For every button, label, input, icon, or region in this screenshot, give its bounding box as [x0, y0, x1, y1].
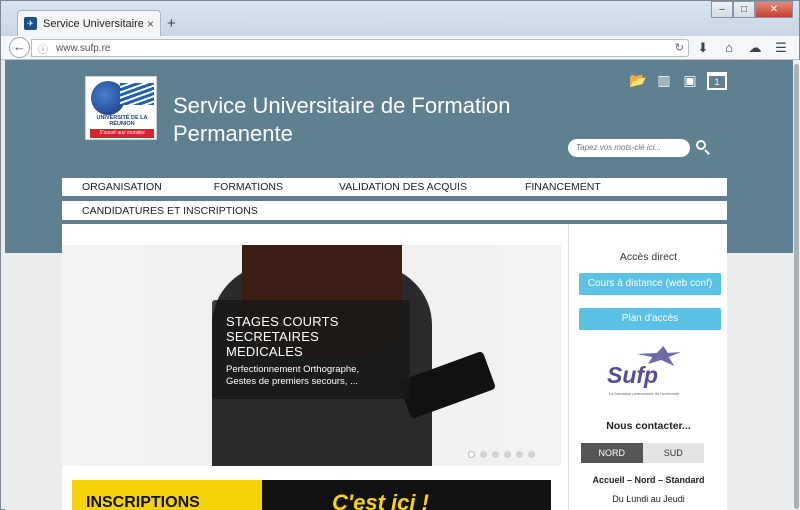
folder-share-icon[interactable]: 📂	[629, 72, 647, 90]
slider-dot[interactable]	[492, 451, 499, 458]
menu-item-financement[interactable]: FINANCEMENT	[487, 181, 621, 193]
web-conf-button[interactable]: Cours à distance (web conf)	[579, 273, 721, 295]
caption-title-line1: STAGES COURTS	[226, 314, 339, 329]
caption-title-line2: SECRETAIRES MEDICALES	[226, 329, 319, 359]
tab-nord[interactable]: NORD	[581, 443, 643, 463]
caption-title: STAGES COURTS SECRETAIRES MEDICALES	[226, 314, 398, 359]
tab-close-icon[interactable]: ×	[147, 17, 154, 31]
site-title-line2: Permanente	[173, 121, 293, 146]
header-tools: 📂 ▥ ▣ 1	[629, 72, 727, 90]
menu-item-organisation[interactable]: ORGANISATION	[62, 181, 182, 193]
slide-caption[interactable]: STAGES COURTS SECRETAIRES MEDICALES Perf…	[212, 300, 410, 399]
home-icon[interactable]: ⌂	[721, 40, 737, 56]
menu-item-candidatures[interactable]: CANDIDATURES ET INSCRIPTIONS	[62, 205, 278, 217]
main-menu: ORGANISATION FORMATIONS VALIDATION DES A…	[62, 178, 727, 198]
slider-dot[interactable]	[480, 451, 487, 458]
sufp-logo-tagline: La formation permanente de l'université	[609, 391, 680, 396]
sufp-logo[interactable]: Sufp La formation permanente de l'univer…	[607, 344, 697, 402]
tab-sud[interactable]: SUD	[642, 443, 704, 463]
slider-dot[interactable]	[504, 451, 511, 458]
minimize-button[interactable]: –	[711, 1, 733, 18]
swoosh-graphic	[120, 83, 154, 105]
browser-tools: ⬇ ⌂ ☁ ☰	[695, 40, 789, 56]
logo-tagline: S'ouvrir aux mondes	[90, 129, 154, 138]
maximize-button[interactable]: □	[733, 1, 755, 18]
chat-icon[interactable]: ☁	[747, 40, 763, 56]
browser-tab[interactable]: ✈ Service Universitaire de For... ×	[17, 10, 161, 36]
page-scrollbar[interactable]	[793, 60, 800, 510]
close-window-button[interactable]: ✕	[755, 1, 793, 18]
university-logo[interactable]: UNIVERSITÉ DE LA RÉUNION S'ouvrir aux mo…	[85, 76, 157, 140]
access-plan-button[interactable]: Plan d'accès	[579, 308, 721, 330]
tab-title: Service Universitaire de For...	[43, 17, 143, 30]
title-bar: ✈ Service Universitaire de For... × + – …	[1, 1, 799, 36]
slider-dot[interactable]	[516, 451, 523, 458]
scrollbar-thumb[interactable]	[794, 64, 799, 509]
banner-right: C'est ici !	[262, 480, 551, 510]
caption-sub-line2: Gestes de premiers secours, ...	[226, 376, 358, 387]
logo-university-text: UNIVERSITÉ DE LA RÉUNION	[96, 115, 148, 127]
sidebar: Accès direct Cours à distance (web conf)…	[568, 224, 727, 510]
search-input[interactable]	[568, 139, 690, 157]
new-tab-button[interactable]: +	[167, 15, 176, 32]
slider-dots	[468, 451, 535, 458]
caption-subtitle: Perfectionnement Orthographe, Gestes de …	[226, 364, 398, 388]
books-icon[interactable]: ▥	[655, 72, 673, 90]
site-title[interactable]: Service Universitaire de Formation Perma…	[173, 92, 510, 148]
contact-tabs: NORD SUD	[581, 443, 704, 463]
content-area: STAGES COURTS SECRETAIRES MEDICALES Perf…	[62, 224, 727, 510]
downloads-icon[interactable]: ⬇	[695, 40, 711, 56]
contact-title: Nous contacter...	[606, 420, 691, 432]
menu-item-formations[interactable]: FORMATIONS	[182, 181, 303, 193]
calendar-icon[interactable]: 1	[707, 72, 727, 90]
contact-card-icon[interactable]: ▣	[681, 72, 699, 90]
navigation-toolbar: ← ⓘ www.sufp.re ↻ ⬇ ⌂ ☁ ☰	[1, 36, 799, 60]
main-menu-row2: CANDIDATURES ET INSCRIPTIONS	[62, 201, 727, 222]
inscriptions-banner[interactable]: INSCRIPTIONS C'est ici !	[72, 480, 551, 510]
back-button[interactable]: ←	[9, 37, 30, 58]
contact-line-1: Accueil – Nord – Standard	[592, 475, 705, 485]
caption-sub-line1: Perfectionnement Orthographe,	[226, 364, 360, 375]
web-page: UNIVERSITÉ DE LA RÉUNION S'ouvrir aux mo…	[5, 60, 793, 510]
contact-line-2: Du Lundi au Jeudi	[612, 494, 685, 504]
site-title-line1: Service Universitaire de Formation	[173, 93, 511, 118]
slider-dot[interactable]	[468, 451, 475, 458]
reload-icon[interactable]: ↻	[675, 41, 684, 54]
slider-dot[interactable]	[528, 451, 535, 458]
banner-left: INSCRIPTIONS	[72, 480, 262, 510]
sidebar-title: Accès direct	[619, 251, 678, 263]
favicon-icon: ✈	[24, 17, 37, 30]
menu-icon[interactable]: ☰	[773, 40, 789, 56]
window-controls: – □ ✕	[711, 1, 793, 18]
url-text: www.sufp.re	[56, 42, 111, 54]
search-icon[interactable]	[695, 139, 711, 155]
sufp-logo-word: Sufp	[607, 362, 659, 388]
menu-item-validation[interactable]: VALIDATION DES ACQUIS	[303, 181, 487, 193]
site-info-icon[interactable]: ⓘ	[38, 41, 48, 56]
image-slider[interactable]: STAGES COURTS SECRETAIRES MEDICALES Perf…	[62, 245, 561, 466]
url-bar[interactable]: ⓘ www.sufp.re ↻	[31, 39, 689, 57]
